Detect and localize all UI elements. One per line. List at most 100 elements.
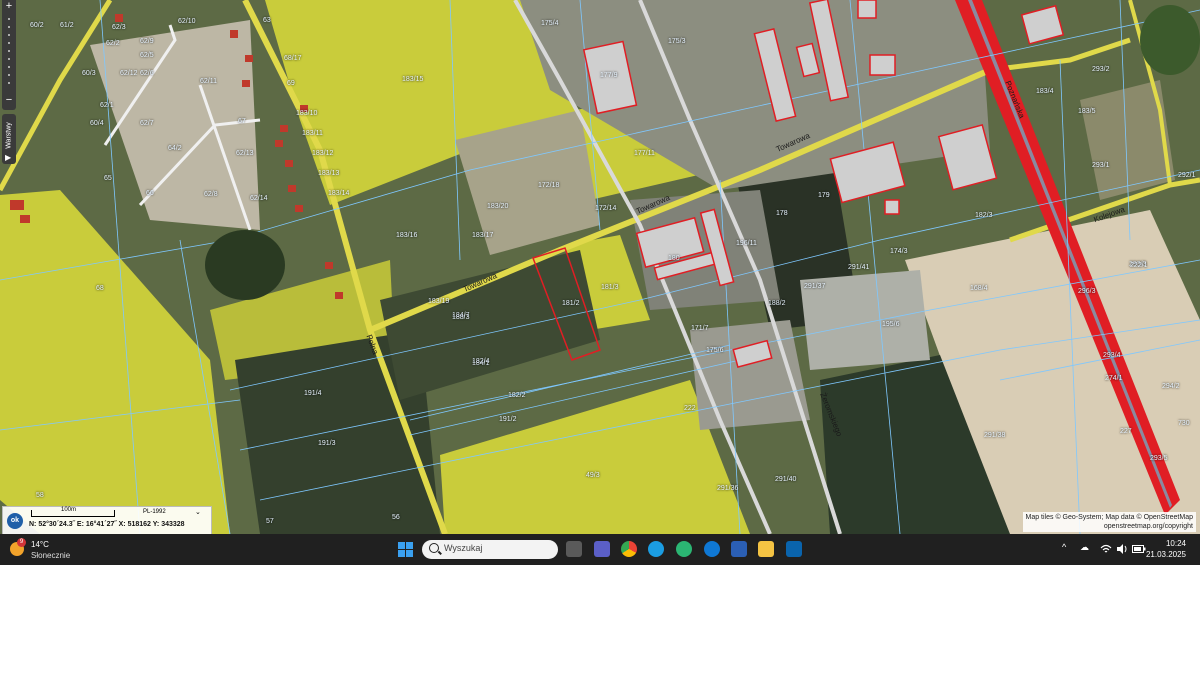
parcel-label: 62/9 (140, 38, 154, 45)
parcel-label: 293/2 (1092, 66, 1110, 73)
parcel-label: 188/3 (452, 314, 470, 321)
parcel-label: 68 (96, 285, 104, 292)
parcel-label: 183/11 (302, 130, 323, 137)
teams-icon[interactable] (594, 541, 610, 557)
parcel-label: 68/17 (284, 55, 302, 62)
start-button[interactable] (398, 542, 413, 557)
map-viewport[interactable]: 60/2 61/2 62/10 62/3 62/2 62/9 60/3 60/4… (0, 0, 1200, 534)
parcel-label: 730 (1178, 420, 1190, 427)
crs-select[interactable]: PL-1992 (143, 509, 166, 515)
expand-arrow-icon: ▶ (5, 153, 12, 162)
chrome-icon[interactable] (621, 541, 637, 557)
parcel-label: 174/3 (890, 248, 908, 255)
taskbar: 9 14°C Słonecznie Wyszukaj ^ ☁ 10:24 21.… (0, 534, 1200, 565)
wifi-icon[interactable] (1100, 544, 1112, 554)
parcel-label: 293/1 (1092, 162, 1110, 169)
clock-date: 21.03.2025 (1145, 550, 1186, 559)
attribution-text: Map tiles © Geo-System; Map data © OpenS… (1025, 514, 1194, 521)
edge-beta-icon[interactable] (704, 541, 720, 557)
parcel-label: 196/11 (736, 240, 757, 247)
parcel-label: 61/2 (60, 22, 74, 29)
zoom-control: + − (2, 0, 16, 110)
layers-toggle-button[interactable]: Warstwy ▶ (2, 114, 16, 164)
cloud-icon[interactable]: ☁ (1080, 542, 1089, 553)
zoom-level-tick[interactable] (8, 50, 10, 52)
parcel-label: 188/2 (768, 300, 786, 307)
task-view-icon[interactable] (566, 541, 582, 557)
zoom-in-button[interactable]: + (2, 0, 16, 12)
parcel-label: 60/2 (30, 22, 44, 29)
zoom-level-tick[interactable] (8, 42, 10, 44)
zoom-level-tick[interactable] (8, 58, 10, 60)
parcel-label: 291/36 (717, 485, 739, 492)
search-icon (429, 543, 439, 553)
parcel-label: 177/9 (600, 72, 618, 79)
parcel-label: 65 (104, 175, 112, 182)
maps-icon[interactable] (676, 541, 692, 557)
parcel-label: 180 (668, 255, 680, 262)
parcel-label: 181/3 (601, 284, 619, 291)
zoom-level-tick[interactable] (8, 66, 10, 68)
parcel-label: 179 (818, 192, 830, 199)
parcel-label: 181/2 (562, 300, 580, 307)
parcel-label: 177/11 (634, 150, 655, 157)
map-attribution: Map tiles © Geo-System; Map data © OpenS… (1022, 512, 1196, 532)
parcel-label: 62/7 (140, 120, 154, 127)
parcel-label: 293/5 (1150, 455, 1168, 462)
edge-icon[interactable] (648, 541, 664, 557)
parcel-label: 296/3 (1078, 288, 1096, 295)
parcel-label: 182/3 (975, 212, 993, 219)
parcel-label: 292/1 (1178, 172, 1196, 179)
parcel-label: 62/3 (112, 24, 126, 31)
parcel-label: 191/3 (318, 440, 336, 447)
parcel-label: 62/1 (100, 102, 114, 109)
parcel-label: 227 (1120, 428, 1132, 435)
parcel-label: 222 (684, 405, 696, 412)
ok-button[interactable]: ok (7, 513, 23, 529)
parcel-label: 62/13 (236, 150, 254, 157)
parcel-label: 60/4 (90, 120, 104, 127)
taskbar-search-box[interactable]: Wyszukaj (422, 540, 558, 559)
aerial-map-layer (0, 0, 1200, 534)
parcel-label: 57 (266, 518, 274, 525)
scale-label: 100m (61, 507, 77, 513)
parcel-label: 291/37 (804, 283, 826, 290)
battery-icon[interactable] (1132, 545, 1146, 553)
show-hidden-icons-button[interactable]: ^ (1062, 542, 1066, 552)
zoom-out-button[interactable]: − (2, 94, 16, 106)
parcel-label: 62/8 (204, 191, 218, 198)
parcel-label: 183/13 (318, 170, 340, 177)
parcel-label: 178 (776, 210, 788, 217)
parcel-label: 182/2 (508, 392, 526, 399)
outlook-icon[interactable] (786, 541, 802, 557)
parcel-label: 183/5 (1078, 108, 1096, 115)
parcel-label: 183/14 (328, 190, 350, 197)
parcel-label: 58 (36, 492, 44, 499)
teams-classic-icon[interactable] (731, 541, 747, 557)
weather-condition: Słonecznie (31, 551, 71, 560)
speaker-icon[interactable] (1116, 544, 1128, 554)
attribution-link[interactable]: openstreetmap.org/copyright (1026, 522, 1193, 531)
cursor-coordinates: N: 52°30´24.3˝ E: 16°41´27˝ X: 518162 Y:… (29, 521, 185, 528)
zoom-level-tick[interactable] (8, 34, 10, 36)
file-explorer-icon[interactable] (758, 541, 774, 557)
parcel-label: 67 (238, 118, 246, 125)
system-clock[interactable]: 10:24 21.03.2025 (1146, 538, 1186, 560)
parcel-label: 62/10 (178, 18, 196, 25)
zoom-level-tick[interactable] (8, 18, 10, 20)
parcel-label: 172/14 (595, 205, 617, 212)
parcel-label: 66 (146, 190, 154, 197)
parcel-label: 49/3 (586, 472, 600, 479)
chevron-down-icon[interactable]: ⌄ (195, 508, 201, 516)
windows-logo-icon (406, 550, 413, 557)
zoom-level-tick[interactable] (8, 74, 10, 76)
zoom-level-tick[interactable] (8, 82, 10, 84)
zoom-level-tick[interactable] (8, 26, 10, 28)
parcel-label: 69 (287, 80, 295, 87)
parcel-label: 56 (392, 514, 400, 521)
parcel-label: 291/41 (848, 264, 870, 271)
parcel-label: 195/6 (882, 321, 900, 328)
parcel-label: 183/20 (487, 203, 509, 210)
coordinates-panel: ok 100m PL-1992 ⌄ N: 52°30´24.3˝ E: 16°4… (2, 506, 212, 534)
parcel-label: 183/10 (296, 110, 318, 117)
